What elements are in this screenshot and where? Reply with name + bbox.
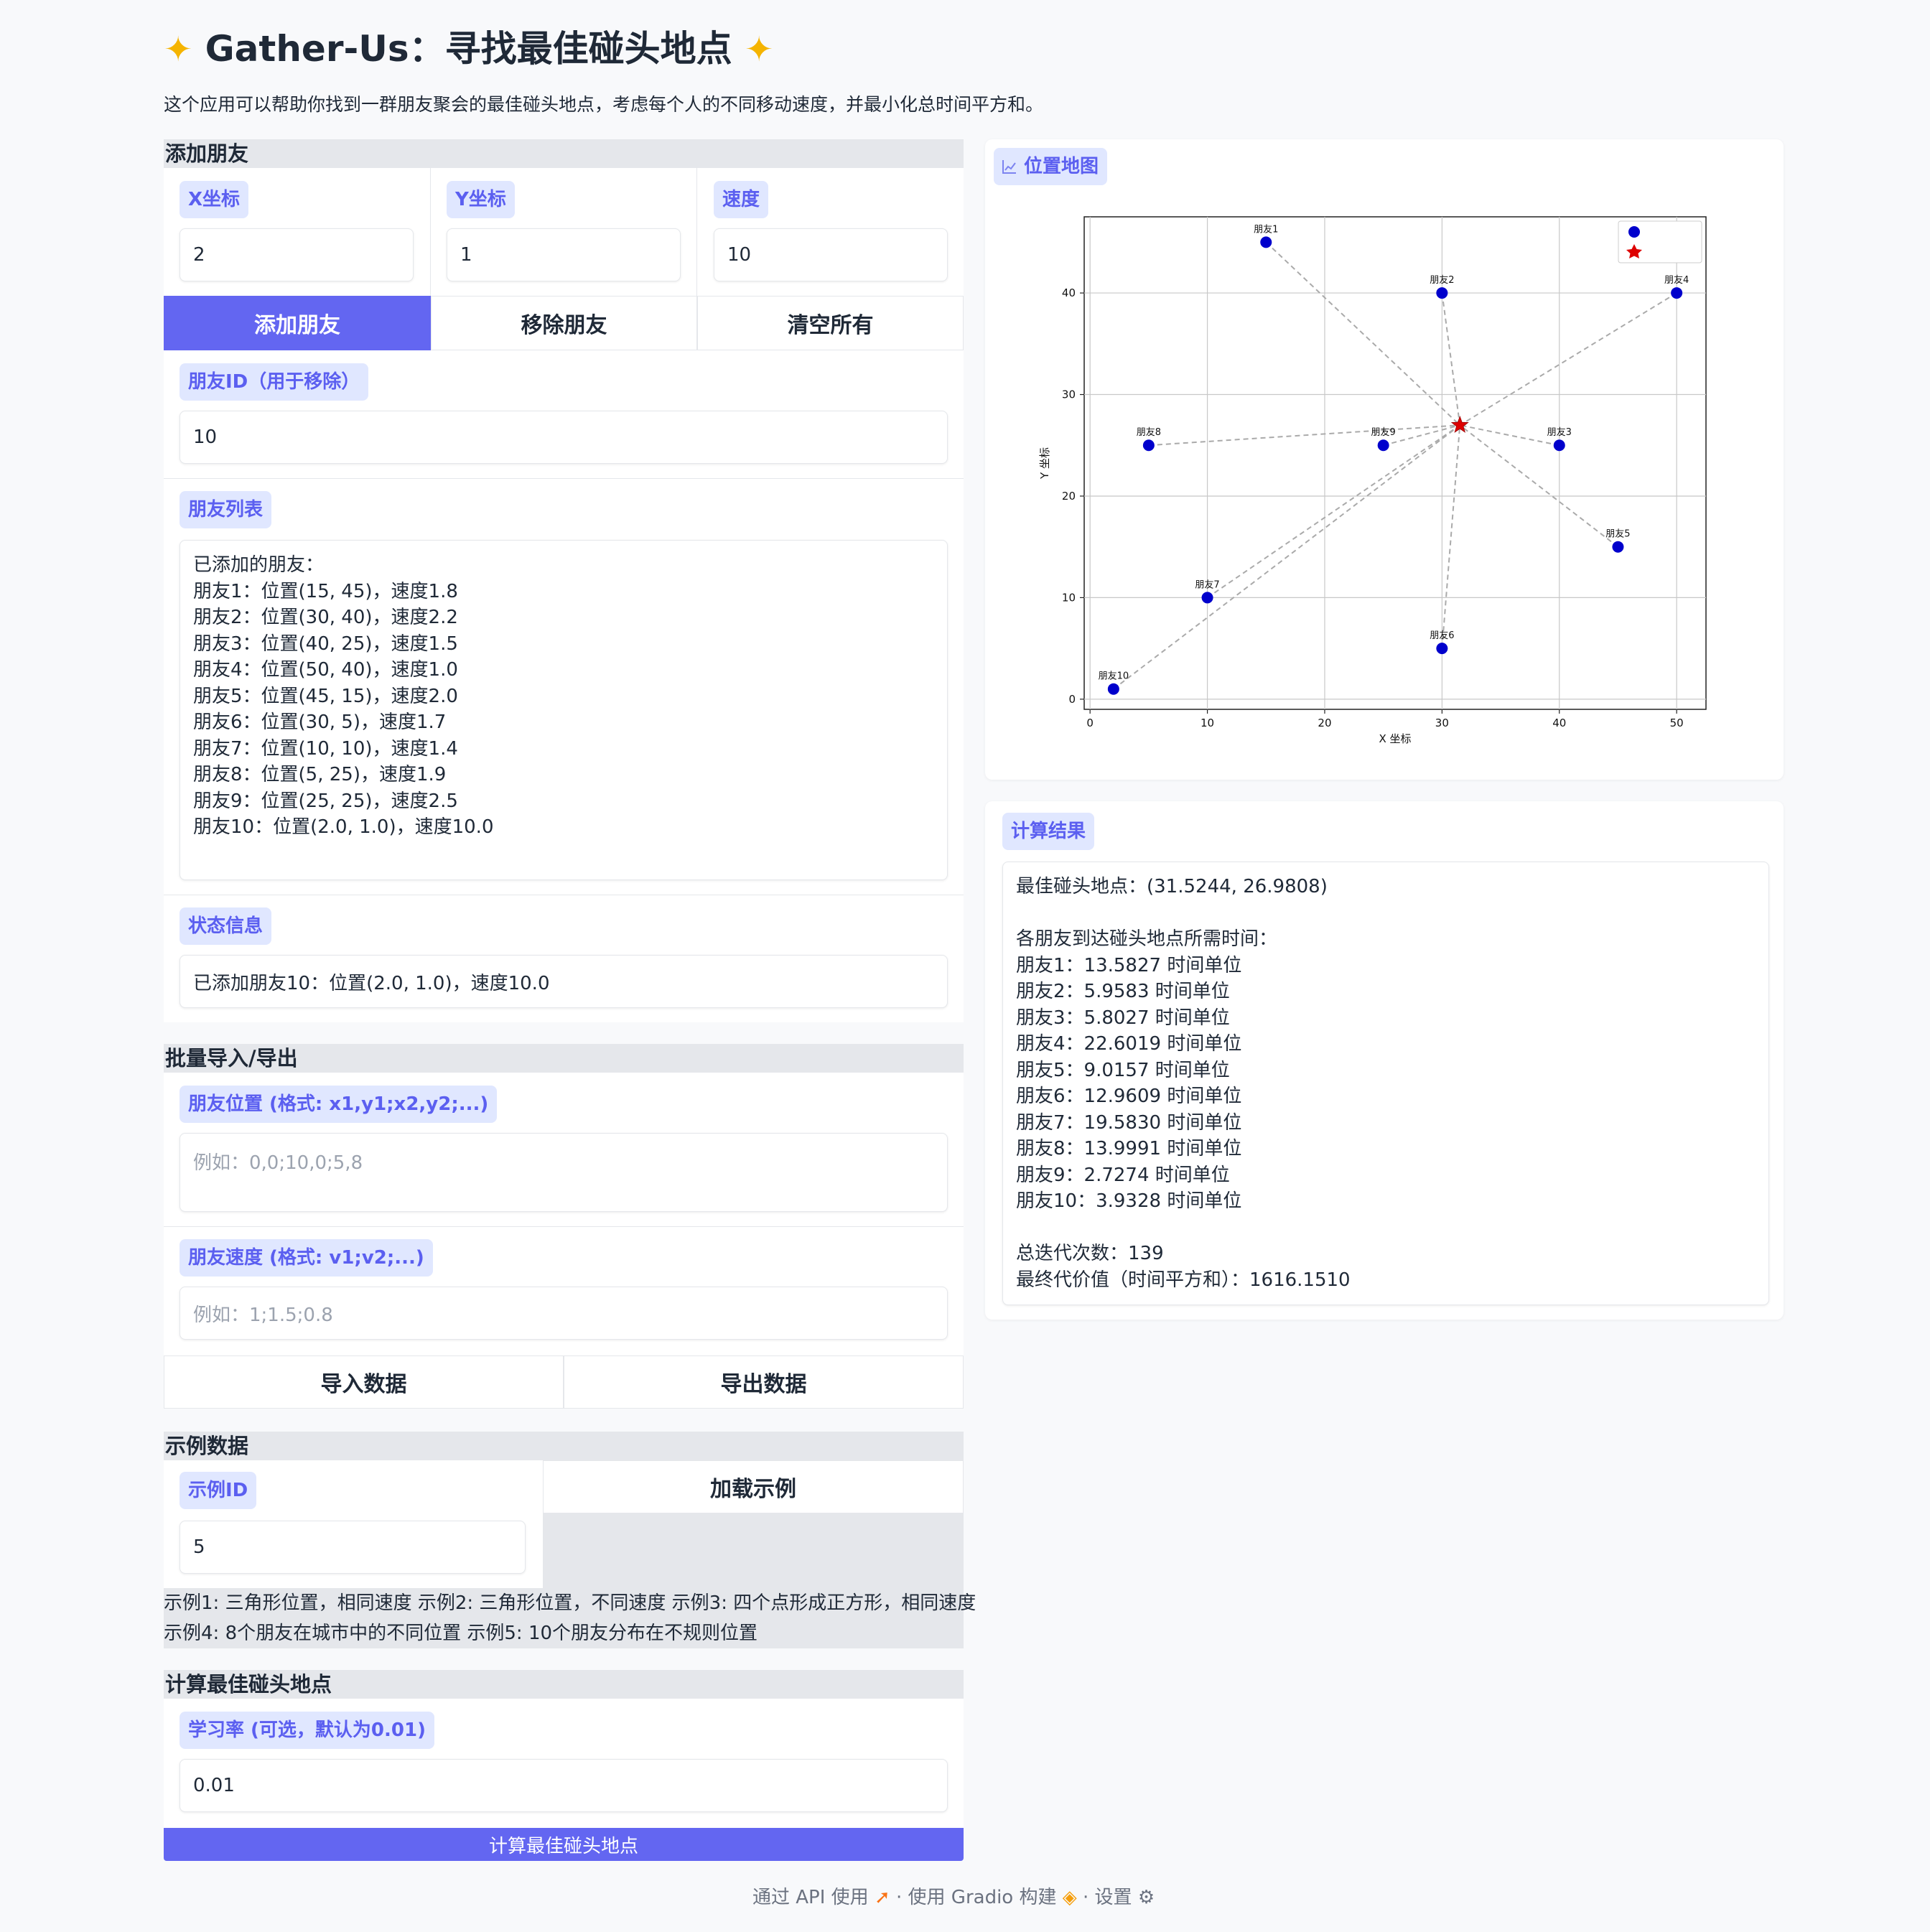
friend-point xyxy=(1671,287,1683,299)
friend-point xyxy=(1260,236,1272,248)
remove-friend-button[interactable]: 移除朋友 xyxy=(431,296,697,350)
learning-rate-input[interactable]: 0.01 xyxy=(180,1759,948,1812)
import-data-button[interactable]: 导入数据 xyxy=(164,1355,564,1409)
example-id-label: 示例ID xyxy=(180,1472,257,1509)
compute-header: 计算最佳碰头地点 xyxy=(164,1670,964,1699)
friend-list-label: 朋友列表 xyxy=(180,491,272,528)
x-axis-label: X 坐标 xyxy=(1379,732,1411,745)
friend-point xyxy=(1201,592,1213,604)
friend-point xyxy=(1107,683,1119,695)
map-label: 位置地图 xyxy=(994,148,1108,185)
y-axis-label: Y 坐标 xyxy=(1038,447,1051,480)
friend-point xyxy=(1553,439,1565,452)
chart-legend xyxy=(1618,220,1702,263)
friend-point-label: 朋友9 xyxy=(1371,426,1396,438)
friend-list-textarea[interactable]: 已添加的朋友： 朋友1：位置(15, 45)，速度1.8 朋友2：位置(30, … xyxy=(180,540,948,880)
clear-all-button[interactable]: 清空所有 xyxy=(697,296,964,350)
friend-point-label: 朋友1 xyxy=(1254,223,1278,235)
x-tick-label: 0 xyxy=(1086,717,1094,729)
speed-input[interactable]: 10 xyxy=(714,228,948,281)
export-data-button[interactable]: 导出数据 xyxy=(564,1355,964,1409)
gear-icon: ⚙ xyxy=(1137,1887,1155,1908)
friend-id-input[interactable]: 10 xyxy=(180,411,948,464)
positions-label: 朋友位置 (格式: x1,y1;x2,y2;...) xyxy=(180,1086,498,1123)
app-title-text: Gather-Us：寻找最佳碰头地点 xyxy=(205,28,732,70)
friend-point xyxy=(1142,439,1155,452)
friend-point-label: 朋友6 xyxy=(1430,630,1454,641)
legend-friends-marker xyxy=(1628,226,1640,238)
examples-description-1: 示例1: 三角形位置，相同速度 示例2: 三角形位置，不同速度 示例3: 四个点… xyxy=(164,1592,976,1614)
glowing-star-icon: ✦ xyxy=(745,29,774,70)
y-tick-label: 20 xyxy=(1062,490,1076,503)
friend-point xyxy=(1612,541,1624,553)
speed-label: 速度 xyxy=(714,181,769,218)
speeds-input[interactable]: 例如：1;1.5;0.8 xyxy=(180,1287,948,1340)
add-friend-button[interactable]: 添加朋友 xyxy=(164,296,431,350)
api-link[interactable]: 通过 API 使用 xyxy=(752,1887,869,1908)
example-id-input[interactable]: 5 xyxy=(180,1521,526,1574)
y-tick-label: 0 xyxy=(1068,693,1076,706)
y-tick-label: 40 xyxy=(1062,286,1076,299)
rocket-icon: ➚ xyxy=(874,1887,890,1908)
plot-frame xyxy=(1083,216,1707,710)
app-description: 这个应用可以帮助你找到一群朋友聚会的最佳碰头地点，考虑每个人的不同移动速度，并最… xyxy=(164,94,1044,115)
app-title: ✦ Gather-Us：寻找最佳碰头地点 ✦ xyxy=(164,20,773,72)
x-tick-label: 10 xyxy=(1201,717,1214,729)
results-label: 计算结果 xyxy=(1002,813,1095,850)
results-output: 最佳碰头地点：(31.5244, 26.9808) 各朋友到达碰头地点所需时间：… xyxy=(1002,862,1769,1305)
gradio-link[interactable]: 使用 Gradio 构建 xyxy=(908,1887,1057,1908)
chart-icon xyxy=(1002,160,1016,174)
x-tick-label: 30 xyxy=(1435,717,1449,729)
y-tick-label: 30 xyxy=(1062,388,1076,401)
compute-button[interactable]: 计算最佳碰头地点 xyxy=(164,1828,964,1861)
location-map-chart: 朋友1 朋友2 朋友3 朋友4 朋友5 朋友6 朋友7 朋友8 朋友9 朋友10 0 10 20 30 4… xyxy=(1038,216,1707,745)
friend-point-label: 朋友10 xyxy=(1099,671,1129,682)
x-coord-label: X坐标 xyxy=(180,181,249,218)
map-label-text: 位置地图 xyxy=(1024,156,1099,177)
friend-point xyxy=(1436,287,1448,299)
load-example-button[interactable]: 加载示例 xyxy=(543,1460,964,1513)
batch-header: 批量导入/导出 xyxy=(164,1044,964,1073)
friend-point-label: 朋友8 xyxy=(1137,426,1161,438)
y-coord-label: Y坐标 xyxy=(447,181,515,218)
y-coord-input[interactable]: 1 xyxy=(447,228,681,281)
friend-point-label: 朋友5 xyxy=(1605,528,1630,540)
learning-rate-label: 学习率 (可选，默认为0.01) xyxy=(180,1712,434,1749)
examples-description-2: 示例4: 8个朋友在城市中的不同位置 示例5: 10个朋友分布在不规则位置 xyxy=(164,1623,758,1644)
friend-point-label: 朋友4 xyxy=(1664,274,1689,286)
friend-point xyxy=(1436,643,1448,655)
x-tick-label: 40 xyxy=(1552,717,1566,729)
friend-point xyxy=(1377,439,1389,452)
settings-link[interactable]: 设置 xyxy=(1095,1887,1132,1908)
friend-point-label: 朋友3 xyxy=(1547,426,1572,438)
friend-point-label: 朋友2 xyxy=(1430,274,1454,286)
status-output: 已添加朋友10：位置(2.0, 1.0)，速度10.0 xyxy=(180,955,948,1008)
friend-id-label: 朋友ID（用于移除） xyxy=(180,363,369,401)
footer-separator: · xyxy=(1083,1887,1089,1908)
speeds-label: 朋友速度 (格式: v1;v2;...) xyxy=(180,1239,433,1277)
friend-point-label: 朋友7 xyxy=(1195,579,1219,590)
gradio-logo-icon: ◈ xyxy=(1062,1887,1077,1908)
footer-separator: · xyxy=(896,1887,903,1908)
x-coord-input[interactable]: 2 xyxy=(180,228,414,281)
examples-header: 示例数据 xyxy=(164,1432,964,1460)
y-tick-label: 10 xyxy=(1062,591,1076,604)
glowing-star-icon: ✦ xyxy=(164,29,193,70)
positions-input[interactable]: 例如：0,0;10,0;5,8 xyxy=(180,1133,948,1212)
x-tick-label: 20 xyxy=(1318,717,1331,729)
status-label: 状态信息 xyxy=(180,907,272,945)
footer: 通过 API 使用 ➚ · 使用 Gradio 构建 ◈ · 设置 ⚙ xyxy=(752,1882,1155,1909)
x-tick-label: 50 xyxy=(1670,717,1684,729)
add-friend-header: 添加朋友 xyxy=(164,139,964,168)
